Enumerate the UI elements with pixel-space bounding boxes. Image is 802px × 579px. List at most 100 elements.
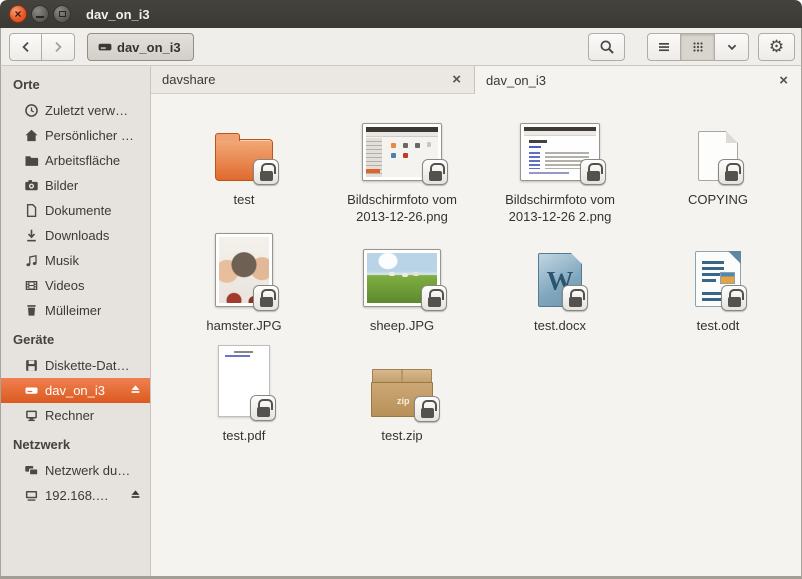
word-document-icon: W [538,253,582,307]
file-name: Bildschirmfoto vom 2013-12-26.png [339,192,465,225]
sidebar-item-network-server[interactable]: 192.168.… [1,483,150,508]
file-item[interactable]: test.odt [639,229,797,335]
breadcrumb-location-button[interactable]: dav_on_i3 [87,33,194,61]
close-icon: × [10,6,26,21]
view-options-dropdown-button[interactable] [715,33,749,61]
file-item[interactable]: sheep.JPG [323,229,481,335]
sidebar-item-documents[interactable]: Dokumente [1,198,150,223]
maximize-icon [59,11,66,17]
network-drive-icon [24,488,39,503]
download-icon [24,228,39,243]
eject-button[interactable] [129,383,143,397]
eject-button[interactable] [129,488,143,502]
sidebar-item-music[interactable]: Musik [1,248,150,273]
sidebar-item-computer[interactable]: Rechner [1,403,150,428]
back-button[interactable] [9,33,42,61]
sidebar-item-home[interactable]: Persönlicher … [1,123,150,148]
grid-view-button[interactable] [681,33,715,61]
file-item[interactable]: hamster.JPG [165,229,323,335]
file-name: test.zip [381,428,422,445]
tab-davshare[interactable]: davshare × [151,66,475,94]
lock-emblem-icon [414,396,440,422]
network-icon [24,463,39,478]
sidebar-item-floppy[interactable]: Diskette-Dat… [1,353,150,378]
lock-emblem-icon [562,285,588,311]
computer-icon [24,408,39,423]
close-window-button[interactable]: × [9,5,27,23]
file-name: test.docx [534,318,586,335]
text-file-icon [698,131,738,181]
sidebar-item-label: Mülleimer [45,303,101,318]
image-thumbnail [363,249,441,307]
image-thumbnail [362,123,442,181]
chevron-down-icon [725,40,739,54]
sidebar-item-label: dav_on_i3 [45,383,105,398]
lock-emblem-icon [253,285,279,311]
file-item[interactable]: Bildschirmfoto vom 2013-12-26 2.png [481,103,639,225]
file-name: hamster.JPG [206,318,281,335]
maximize-window-button[interactable] [53,5,71,23]
sidebar-section-title: Geräte [1,323,150,353]
tab-label: dav_on_i3 [486,73,774,88]
sidebar-item-pictures[interactable]: Bilder [1,173,150,198]
file-item[interactable]: test.pdf [165,339,323,445]
sidebar-item-dav-on-i3[interactable]: dav_on_i3 [1,378,150,403]
toolbar: dav_on_i3 ⚙ [0,28,802,66]
tab-label: davshare [162,72,447,87]
sidebar-item-desktop[interactable]: Arbeitsfläche [1,148,150,173]
window-body: OrteZuletzt verw… Persönlicher … Arbeitsfl… [0,66,802,579]
view-switcher-group [647,33,749,61]
search-button[interactable] [588,33,625,61]
file-grid: test Bildschirmfoto vom 2013-12-26.png Bil… [151,94,801,576]
forward-button[interactable] [42,33,75,61]
sidebar-item-label: Rechner [45,408,94,423]
sidebar-section-title: Orte [1,68,150,98]
drive-icon [24,383,39,398]
file-item[interactable]: Wtest.docx [481,229,639,335]
sidebar-item-label: Musik [45,253,79,268]
file-item[interactable]: COPYING [639,103,797,225]
sidebar-item-videos[interactable]: Videos [1,273,150,298]
odt-document-icon [695,251,741,307]
sidebar-item-recent[interactable]: Zuletzt verw… [1,98,150,123]
close-tab-icon[interactable]: × [447,71,466,88]
places-sidebar: OrteZuletzt verw… Persönlicher … Arbeitsfl… [1,66,151,576]
camera-icon [24,178,39,193]
close-tab-icon[interactable]: × [774,72,793,89]
list-view-button[interactable] [647,33,681,61]
file-manager-window: × dav_on_i3 dav_on_i3 [0,0,802,579]
sidebar-item-label: Downloads [45,228,109,243]
tab-dav-on-i3[interactable]: dav_on_i3 × [475,66,801,94]
window-title: dav_on_i3 [86,7,150,22]
drive-icon [97,39,113,55]
minimize-window-button[interactable] [31,5,49,23]
file-item[interactable]: test [165,103,323,225]
tab-bar: davshare × dav_on_i3 × [151,66,801,94]
sidebar-item-downloads[interactable]: Downloads [1,223,150,248]
sidebar-item-label: Netzwerk du… [45,463,130,478]
sidebar-item-network-browse[interactable]: Netzwerk du… [1,458,150,483]
zip-archive-icon: zip [371,369,433,417]
pdf-document-icon [218,345,270,417]
grid-view-icon [691,40,705,54]
lock-emblem-icon [718,159,744,185]
lock-emblem-icon [721,285,747,311]
gear-icon: ⚙ [769,37,784,57]
lock-emblem-icon [421,285,447,311]
document-icon [24,203,39,218]
file-name: COPYING [688,192,748,209]
chevron-left-icon [19,40,33,54]
lock-emblem-icon [250,395,276,421]
image-thumbnail [215,233,273,307]
sidebar-item-label: Persönlicher … [45,128,134,143]
breadcrumb-label: dav_on_i3 [117,40,181,55]
image-thumbnail [520,123,600,181]
clock-icon [24,103,39,118]
file-item[interactable]: zip test.zip [323,339,481,445]
file-item[interactable]: Bildschirmfoto vom 2013-12-26.png [323,103,481,225]
sidebar-item-label: Diskette-Dat… [45,358,130,373]
lock-emblem-icon [253,159,279,185]
settings-button[interactable]: ⚙ [758,33,795,61]
lock-emblem-icon [580,159,606,185]
sidebar-item-trash[interactable]: Mülleimer [1,298,150,323]
